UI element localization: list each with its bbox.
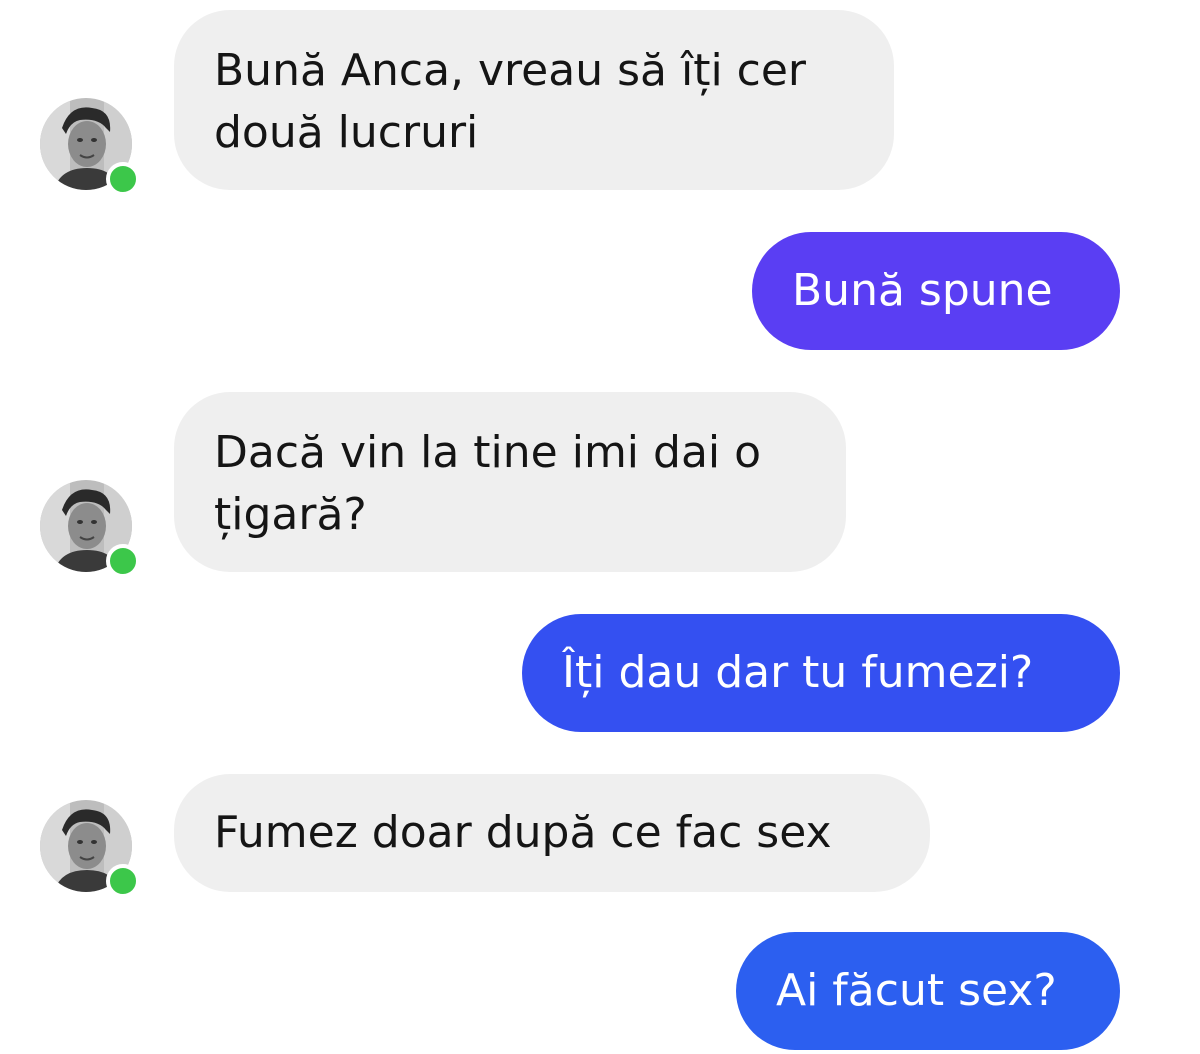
message-line: Dacă vin la tine imi dai o: [214, 427, 762, 478]
message-text: Ai făcut sex?: [776, 965, 1057, 1016]
chat-thread: Bună Anca, vreau să îți cer două lucruri…: [0, 0, 1200, 1054]
outgoing-message-bubble[interactable]: Îți dau dar tu fumezi?: [522, 614, 1120, 732]
outgoing-message-bubble[interactable]: Ai făcut sex?: [736, 932, 1120, 1050]
online-status-dot: [106, 162, 140, 196]
outgoing-message-bubble[interactable]: Bună spune: [752, 232, 1120, 350]
incoming-message-bubble[interactable]: Fumez doar după ce fac sex: [174, 774, 930, 892]
online-status-dot: [106, 864, 140, 898]
message-line: două lucruri: [214, 107, 479, 158]
contact-avatar[interactable]: [40, 800, 140, 898]
incoming-message-bubble[interactable]: Dacă vin la tine imi dai o țigară?: [174, 392, 846, 572]
message-line: Bună Anca, vreau să îți cer: [214, 45, 807, 96]
online-status-dot: [106, 544, 140, 578]
message-line: Fumez doar după ce fac sex: [214, 807, 832, 858]
message-text: Îți dau dar tu fumezi?: [562, 647, 1034, 698]
message-text: Bună spune: [792, 265, 1053, 316]
contact-avatar[interactable]: [40, 480, 140, 578]
message-line: țigară?: [214, 489, 367, 540]
contact-avatar[interactable]: [40, 98, 140, 196]
incoming-message-bubble[interactable]: Bună Anca, vreau să îți cer două lucruri: [174, 10, 894, 190]
